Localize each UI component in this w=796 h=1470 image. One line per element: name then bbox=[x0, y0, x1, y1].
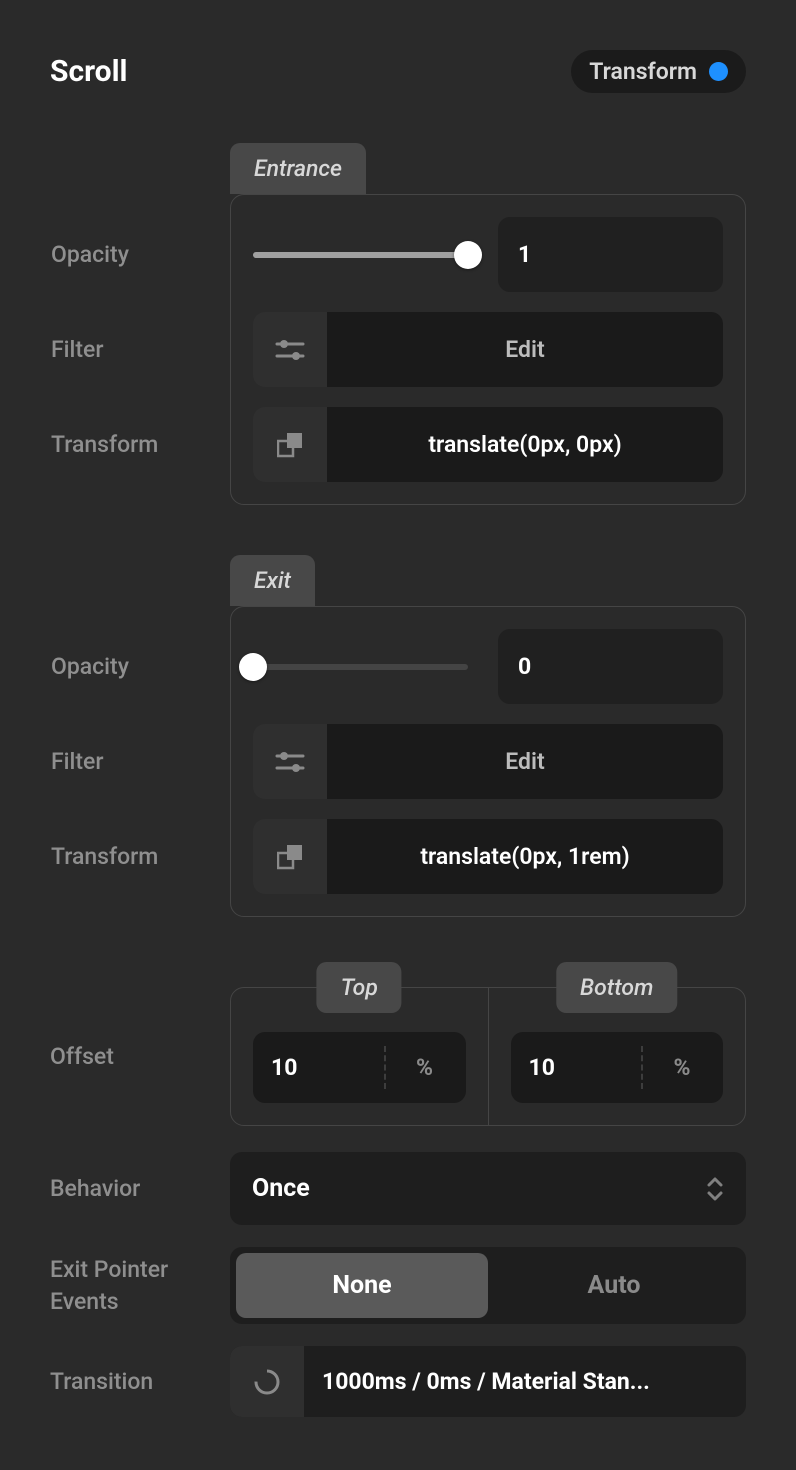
exit-filter-label: Filter bbox=[51, 748, 231, 775]
behavior-select[interactable]: Once bbox=[230, 1152, 746, 1225]
chevron-up-down-icon bbox=[706, 1176, 724, 1202]
sliders-icon bbox=[253, 312, 327, 387]
exit-transform-button[interactable]: translate(0px, 1rem) bbox=[327, 819, 723, 894]
exit-opacity-slider[interactable] bbox=[253, 655, 468, 679]
transform-badge-label: Transform bbox=[589, 58, 697, 85]
sliders-icon bbox=[253, 724, 327, 799]
exit-opacity-label: Opacity bbox=[51, 653, 231, 680]
entrance-filter-label: Filter bbox=[51, 336, 231, 363]
entrance-tab: Entrance bbox=[230, 143, 366, 194]
behavior-label: Behavior bbox=[50, 1175, 230, 1202]
offset-bottom-value: 10 bbox=[511, 1032, 642, 1103]
exit-tab: Exit bbox=[230, 555, 315, 606]
panel-title: Scroll bbox=[50, 54, 127, 89]
offset-bottom-input[interactable]: 10 % bbox=[511, 1032, 724, 1103]
entrance-filter-button[interactable]: Edit bbox=[327, 312, 723, 387]
entrance-transform-label: Transform bbox=[51, 431, 231, 458]
entrance-group: Entrance Opacity 1 bbox=[230, 143, 746, 505]
transition-button[interactable]: 1000ms / 0ms / Material Stan... bbox=[230, 1346, 746, 1417]
offset-top-unit[interactable]: % bbox=[384, 1032, 466, 1103]
offset-top-value: 10 bbox=[253, 1032, 384, 1103]
transform-icon bbox=[253, 819, 327, 894]
offset-bottom-tab: Bottom bbox=[556, 962, 677, 1013]
exit-filter-button[interactable]: Edit bbox=[327, 724, 723, 799]
transition-label: Transition bbox=[50, 1368, 230, 1395]
entrance-opacity-label: Opacity bbox=[51, 241, 231, 268]
timer-icon bbox=[230, 1346, 304, 1417]
entrance-opacity-input[interactable]: 1 bbox=[498, 217, 723, 292]
scroll-panel: Scroll Transform Entrance Opacity bbox=[0, 0, 796, 1457]
offset-top-input[interactable]: 10 % bbox=[253, 1032, 466, 1103]
status-dot-icon bbox=[709, 62, 728, 81]
pointer-events-none[interactable]: None bbox=[236, 1253, 488, 1318]
offset-bottom-unit[interactable]: % bbox=[641, 1032, 723, 1103]
pointer-events-auto[interactable]: Auto bbox=[488, 1253, 740, 1318]
transition-value: 1000ms / 0ms / Material Stan... bbox=[304, 1346, 746, 1417]
panel-header: Scroll Transform bbox=[50, 50, 746, 93]
pointer-events-segmented: None Auto bbox=[230, 1247, 746, 1324]
entrance-opacity-slider[interactable] bbox=[253, 243, 468, 267]
entrance-transform-button[interactable]: translate(0px, 0px) bbox=[327, 407, 723, 482]
offset-label: Offset bbox=[50, 1043, 230, 1070]
exit-opacity-input[interactable]: 0 bbox=[498, 629, 723, 704]
transform-icon bbox=[253, 407, 327, 482]
behavior-value: Once bbox=[252, 1174, 310, 1203]
offset-group: Top 10 % Bottom 10 % bbox=[230, 987, 746, 1126]
exit-group: Exit Opacity 0 bbox=[230, 555, 746, 917]
exit-pointer-events-label: Exit Pointer Events bbox=[50, 1254, 230, 1316]
transform-badge[interactable]: Transform bbox=[571, 50, 746, 93]
exit-transform-label: Transform bbox=[51, 843, 231, 870]
offset-top-tab: Top bbox=[317, 962, 402, 1013]
